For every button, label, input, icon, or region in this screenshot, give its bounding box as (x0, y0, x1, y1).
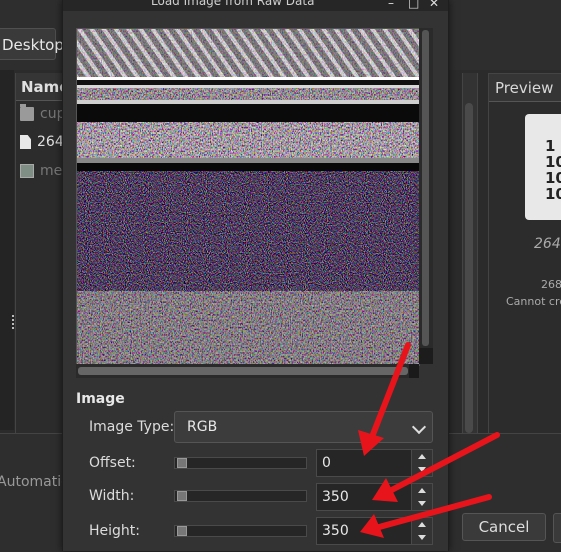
places-sidebar (0, 70, 14, 430)
height-label: Height: (89, 523, 140, 539)
offset-label: Offset: (89, 455, 136, 471)
raw-data-noise-image (77, 29, 419, 365)
scrollbar-thumb[interactable] (465, 103, 473, 433)
list-item[interactable]: 264 (20, 134, 64, 150)
slider-handle[interactable] (177, 458, 187, 468)
increment-arrow-icon[interactable] (418, 488, 426, 493)
desktop-path-button[interactable]: Desktop (0, 28, 64, 60)
preview-file-size: 268 (541, 278, 561, 291)
scrollbar-thumb[interactable] (78, 367, 408, 375)
decrement-arrow-icon[interactable] (418, 501, 426, 506)
height-stepper[interactable] (411, 518, 432, 544)
slider-handle[interactable] (177, 526, 187, 536)
dialog-titlebar: Load Image from Raw Data – □ ✕ (63, 0, 448, 11)
list-item[interactable]: cup (20, 104, 65, 122)
cancel-button[interactable]: Cancel (462, 513, 546, 541)
width-label: Width: (89, 488, 135, 504)
offset-slider[interactable] (174, 457, 307, 469)
preview-header: Preview (489, 74, 561, 102)
automation-label: Automatio (0, 474, 70, 490)
height-slider[interactable] (174, 525, 307, 537)
raw-data-dialog: Load Image from Raw Data – □ ✕ Image Ima… (62, 0, 449, 551)
image-file-icon (20, 164, 34, 178)
preview-horizontal-scrollbar[interactable] (76, 364, 419, 378)
width-value[interactable]: 350 (322, 489, 349, 505)
file-name: me (40, 163, 63, 179)
thumb-line: 10 (545, 153, 561, 171)
image-type-label: Image Type: (89, 419, 175, 435)
image-section-title: Image (76, 391, 125, 407)
width-stepper[interactable] (411, 484, 432, 510)
folder-icon (20, 104, 34, 121)
document-icon (20, 135, 31, 149)
file-list-scrollbar[interactable] (462, 73, 478, 433)
minimize-icon[interactable]: – (388, 0, 394, 10)
close-icon[interactable]: ✕ (429, 0, 439, 10)
preview-file-name: 2645 (534, 236, 561, 252)
increment-arrow-icon[interactable] (418, 522, 426, 527)
width-spinbox[interactable]: 350 (316, 483, 433, 511)
file-list: Name cup 264 me (15, 73, 69, 433)
preview-error-text: Cannot cre (506, 295, 561, 308)
offset-stepper[interactable] (411, 450, 432, 476)
dialog-title: Load Image from Raw Data (151, 0, 315, 8)
maximize-icon[interactable]: □ (408, 0, 419, 10)
slider-handle[interactable] (177, 491, 187, 501)
height-spinbox[interactable]: 350 (316, 517, 433, 545)
scrollbar-thumb[interactable] (422, 30, 429, 346)
thumb-line: 10 (545, 169, 561, 187)
decrement-arrow-icon[interactable] (418, 535, 426, 540)
preview-thumbnail: 1 10 10 10 (525, 114, 561, 220)
offset-spinbox[interactable]: 0 (316, 449, 433, 477)
raw-preview-canvas (76, 28, 420, 366)
offset-value[interactable]: 0 (322, 455, 331, 471)
height-value[interactable]: 350 (322, 523, 349, 539)
scroll-end (409, 364, 419, 378)
image-type-select[interactable]: RGB (174, 411, 433, 443)
increment-arrow-icon[interactable] (418, 454, 426, 459)
preview-panel: Preview 1 10 10 10 (488, 73, 561, 435)
preview-vertical-scrollbar[interactable] (419, 28, 433, 364)
image-type-value: RGB (187, 419, 218, 435)
open-button[interactable] (553, 513, 561, 543)
decrement-arrow-icon[interactable] (418, 467, 426, 472)
thumb-line: 1 (545, 137, 556, 155)
width-slider[interactable] (174, 490, 307, 502)
file-name: 264 (37, 134, 64, 150)
list-item[interactable]: me (20, 163, 62, 179)
scroll-corner (419, 348, 433, 364)
chevron-down-icon (411, 419, 427, 435)
thumb-line: 10 (545, 185, 561, 203)
name-column-header[interactable]: Name (16, 73, 69, 101)
